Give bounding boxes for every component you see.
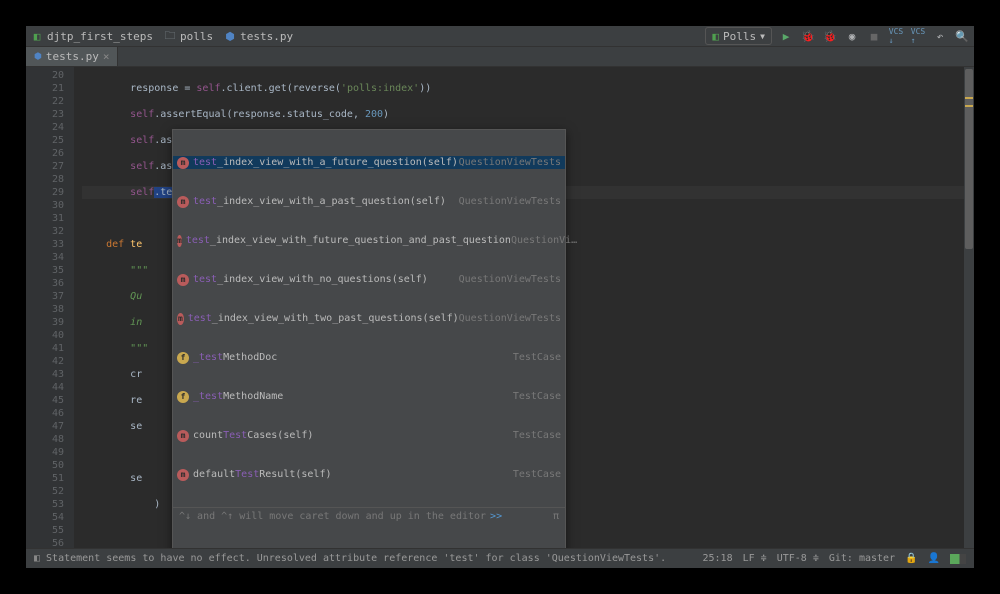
breadcrumb-file-label: tests.py <box>240 30 293 43</box>
vertical-scrollbar[interactable] <box>964 67 974 548</box>
field-icon: f <box>177 352 189 364</box>
folder-icon: 🗀 <box>163 29 177 43</box>
method-icon: m <box>177 274 189 286</box>
memory-indicator[interactable] <box>950 554 966 564</box>
method-icon: m <box>177 235 182 247</box>
padlock-icon[interactable]: 🔒 <box>905 553 917 564</box>
autocomplete-item[interactable]: f _testMethodName TestCase <box>173 390 565 403</box>
toolbar-right: ◧ Polls ▼ ▶ 🐞 🐞 ◉ ■ VCS↓ VCS↑ ↶ 🔍 <box>705 27 970 45</box>
method-icon: m <box>177 157 189 169</box>
breadcrumb-project[interactable]: ◧ djtp_first_steps <box>30 29 153 43</box>
caret-position[interactable]: 25:18 <box>703 553 733 564</box>
field-icon: f <box>177 391 189 403</box>
autocomplete-item[interactable]: m test_index_view_with_two_past_question… <box>173 312 565 325</box>
debug-button[interactable]: 🐞 <box>800 28 816 44</box>
line-separator[interactable]: LF ≑ <box>743 553 767 564</box>
method-icon: m <box>177 430 189 442</box>
run-config-label: Polls <box>723 30 756 43</box>
editor-area: 202122232425 262728293031 323334353637 3… <box>26 67 974 548</box>
editor-tabs: ⬢ tests.py × <box>26 47 974 67</box>
django-icon: ◧ <box>712 30 719 43</box>
status-message: Statement seems to have no effect. Unres… <box>46 553 702 564</box>
stop-button[interactable]: ■ <box>866 28 882 44</box>
autocomplete-hint: ^↓ and ^↑ will move caret down and up in… <box>173 507 565 525</box>
autocomplete-item[interactable]: f _testMethodDoc TestCase <box>173 351 565 364</box>
vcs-update-button[interactable]: VCS↓ <box>888 28 904 44</box>
warning-stripe[interactable] <box>965 105 973 107</box>
method-icon: m <box>177 469 189 481</box>
autocomplete-item[interactable]: m defaultTestResult(self) TestCase <box>173 468 565 481</box>
git-branch[interactable]: Git: master <box>829 553 895 564</box>
breadcrumb-folder[interactable]: 🗀 polls <box>163 29 213 43</box>
autocomplete-item[interactable]: m test_index_view_with_a_past_question(s… <box>173 195 565 208</box>
python-file-icon: ⬢ <box>223 29 237 43</box>
vcs-commit-button[interactable]: VCS↑ <box>910 28 926 44</box>
breadcrumb-file[interactable]: ⬢ tests.py <box>223 29 293 43</box>
profile-button[interactable]: ◉ <box>844 28 860 44</box>
tab-label: tests.py <box>46 50 99 63</box>
autocomplete-item[interactable]: m test_index_view_with_future_question_a… <box>173 234 565 247</box>
scrollbar-thumb[interactable] <box>965 69 973 249</box>
warning-stripe[interactable] <box>965 97 973 99</box>
run-configuration-selector[interactable]: ◧ Polls ▼ <box>705 27 772 45</box>
autocomplete-hint-link[interactable]: >> <box>490 510 502 523</box>
status-icon: ◧ <box>34 553 40 564</box>
breadcrumb-folder-label: polls <box>180 30 213 43</box>
gutter[interactable]: 202122232425 262728293031 323334353637 3… <box>26 67 74 548</box>
breadcrumb-project-label: djtp_first_steps <box>47 30 153 43</box>
autocomplete-item[interactable]: m countTestCases(self) TestCase <box>173 429 565 442</box>
hector-icon[interactable]: 👤 <box>928 553 940 564</box>
run-button[interactable]: ▶ <box>778 28 794 44</box>
method-icon: m <box>177 313 184 325</box>
autocomplete-item[interactable]: m test_index_view_with_a_future_question… <box>173 156 565 169</box>
python-file-icon: ⬢ <box>34 52 42 62</box>
django-project-icon: ◧ <box>30 29 44 43</box>
autocomplete-popup[interactable]: m test_index_view_with_a_future_question… <box>172 129 566 548</box>
status-bar: ◧ Statement seems to have no effect. Unr… <box>26 548 974 568</box>
search-button[interactable]: 🔍 <box>954 28 970 44</box>
code-editor[interactable]: response = self.client.get(reverse('poll… <box>74 67 974 548</box>
autocomplete-item[interactable]: m test_index_view_with_no_questions(self… <box>173 273 565 286</box>
ide-window: ◧ djtp_first_steps 🗀 polls ⬢ tests.py ◧ … <box>26 26 974 568</box>
tab-tests-py[interactable]: ⬢ tests.py × <box>26 47 118 66</box>
run-with-coverage-button[interactable]: 🐞 <box>822 28 838 44</box>
method-icon: m <box>177 196 189 208</box>
close-tab-icon[interactable]: × <box>103 50 110 63</box>
dropdown-icon: ▼ <box>760 32 765 41</box>
file-encoding[interactable]: UTF-8 ≑ <box>777 553 819 564</box>
undo-button[interactable]: ↶ <box>932 28 948 44</box>
navigation-bar: ◧ djtp_first_steps 🗀 polls ⬢ tests.py ◧ … <box>26 26 974 47</box>
